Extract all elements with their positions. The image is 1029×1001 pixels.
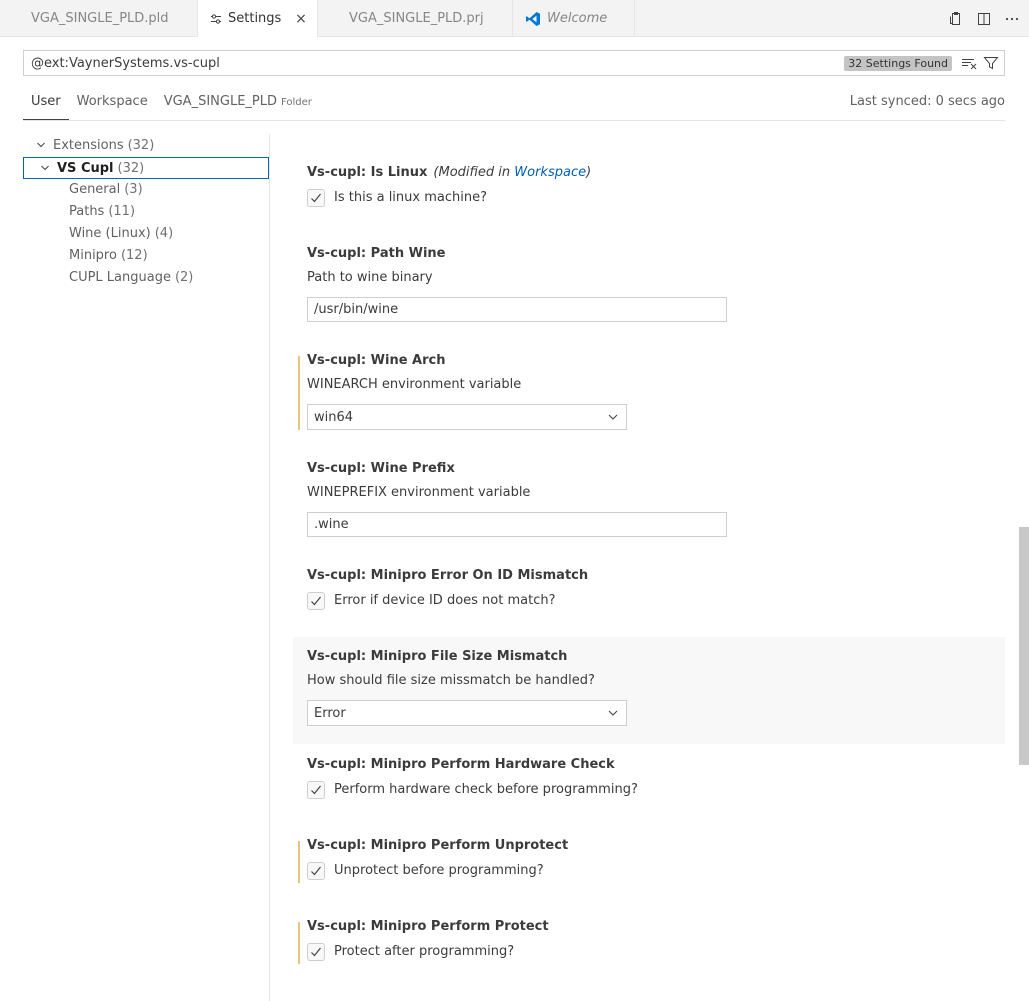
protect-label: Protect after programming? <box>334 944 515 959</box>
toc-item-general[interactable]: General (3) <box>69 178 143 200</box>
path-wine-input[interactable]: /usr/bin/wine <box>307 297 727 322</box>
settings-found-badge: 32 Settings Found <box>844 55 952 71</box>
select-value: Error <box>314 705 346 721</box>
toc-label: Minipro <box>69 247 117 263</box>
open-settings-json-icon[interactable] <box>947 10 965 28</box>
settings-search-input[interactable]: @ext:VaynerSystems.vs-cupl 32 Settings F… <box>23 50 1005 76</box>
search-value: @ext:VaynerSystems.vs-cupl <box>31 55 220 71</box>
protect-checkbox[interactable] <box>307 943 325 961</box>
setting-desc-wine-arch: WINEARCH environment variable <box>307 377 522 392</box>
clear-filter-icon[interactable] <box>960 54 978 72</box>
tab-workspace[interactable]: Workspace <box>69 88 156 120</box>
select-value: win64 <box>314 409 354 425</box>
toc-count: (12) <box>120 247 148 263</box>
tab-vga-pld[interactable]: VGA_SINGLE_PLD.pld <box>0 0 198 37</box>
tab-label: Welcome <box>547 11 608 26</box>
setting-title-path-wine: Vs-cupl: Path Wine <box>307 246 446 261</box>
check-icon <box>311 193 321 203</box>
tab-label: VGA_SINGLE_PLD.pld <box>31 11 169 26</box>
hardware-check-label: Perform hardware check before programmin… <box>334 782 638 797</box>
toc-count: (4) <box>154 225 174 241</box>
setting-title-is-linux: Vs-cupl: Is Linux (Modified in Workspace) <box>307 165 592 180</box>
tab-welcome[interactable]: Welcome <box>513 0 635 37</box>
toc-count: (32) <box>127 137 155 153</box>
hardware-check-checkbox[interactable] <box>307 781 325 799</box>
setting-desc-path-wine: Path to wine binary <box>307 270 433 285</box>
toc-item-cupl-language[interactable]: CUPL Language (2) <box>69 266 193 288</box>
unprotect-label: Unprotect before programming? <box>334 863 544 878</box>
setting-title-unprotect: Vs-cupl: Minipro Perform Unprotect <box>307 838 569 853</box>
wine-prefix-input[interactable]: .wine <box>307 512 727 537</box>
toc-label: CUPL Language <box>69 269 171 285</box>
vertical-scrollbar[interactable] <box>1019 527 1029 765</box>
chevron-down-icon <box>37 163 53 173</box>
setting-title-file-size-mismatch: Vs-cupl: Minipro File Size Mismatch <box>307 649 568 664</box>
toc-count: (11) <box>108 203 136 219</box>
toc-label: Extensions <box>53 137 124 153</box>
close-icon[interactable]: × <box>293 11 309 27</box>
toc-item-minipro[interactable]: Minipro (12) <box>69 244 148 266</box>
tab-settings[interactable]: Settings × <box>198 0 318 37</box>
is-linux-label: Is this a linux machine? <box>334 190 487 205</box>
settings-scope-tabs: User Workspace VGA_SINGLE_PLD Folder <box>23 88 320 120</box>
setting-desc-file-size-mismatch: How should file size missmatch be handle… <box>307 673 595 688</box>
setting-desc-wine-prefix: WINEPREFIX environment variable <box>307 485 531 500</box>
tab-folder[interactable]: VGA_SINGLE_PLD Folder <box>156 88 320 120</box>
tab-user[interactable]: User <box>23 88 69 120</box>
toc-count: (2) <box>174 269 194 285</box>
toc-label: Wine (Linux) <box>69 225 151 241</box>
error-on-id-mismatch-label: Error if device ID does not match? <box>334 593 556 608</box>
settings-toc: Extensions (32) VS Cupl (32) General (3) Pa… <box>0 134 270 1001</box>
setting-title-error-on-id-mismatch: Vs-cupl: Minipro Error On ID Mismatch <box>307 568 589 583</box>
modified-bar <box>298 356 300 430</box>
folder-sub-label: Folder <box>281 97 312 108</box>
filter-icon[interactable] <box>982 54 1000 72</box>
toc-label: VS Cupl <box>57 160 114 176</box>
split-editor-icon[interactable] <box>975 10 993 28</box>
setting-title-wine-arch: Vs-cupl: Wine Arch <box>307 353 446 368</box>
modified-bar <box>298 841 300 883</box>
editor-actions <box>947 0 1021 37</box>
check-icon <box>311 947 321 957</box>
modified-bar <box>298 922 300 964</box>
error-on-id-mismatch-checkbox[interactable] <box>307 592 325 610</box>
setting-title-wine-prefix: Vs-cupl: Wine Prefix <box>307 461 455 476</box>
toc-item-wine[interactable]: Wine (Linux) (4) <box>69 222 173 244</box>
wine-arch-select[interactable]: win64 <box>307 404 627 430</box>
unprotect-checkbox[interactable] <box>307 862 325 880</box>
chevron-down-icon <box>606 410 620 424</box>
setting-title-protect: Vs-cupl: Minipro Perform Protect <box>307 919 549 934</box>
chevron-down-icon <box>33 140 49 150</box>
toc-item-paths[interactable]: Paths (11) <box>69 200 135 222</box>
editor-tab-bar: VGA_SINGLE_PLD.pld Settings × VGA_SINGLE… <box>0 0 1029 37</box>
modified-indicator: (Modified in Workspace) <box>433 165 592 180</box>
tab-label: VGA_SINGLE_PLD.prj <box>349 11 484 26</box>
toc-label: General <box>69 181 121 197</box>
toc-count: (3) <box>124 181 143 197</box>
file-size-mismatch-select[interactable]: Error <box>307 700 627 726</box>
tab-vga-prj[interactable]: VGA_SINGLE_PLD.prj <box>318 0 513 37</box>
check-icon <box>311 596 321 606</box>
toc-count: (32) <box>117 160 145 176</box>
modified-scope-link[interactable]: Workspace <box>514 165 586 180</box>
check-icon <box>311 785 321 795</box>
check-icon <box>311 866 321 876</box>
chevron-down-icon <box>606 706 620 720</box>
toc-vs-cupl[interactable]: VS Cupl (32) <box>23 157 269 179</box>
is-linux-checkbox[interactable] <box>307 189 325 207</box>
settings-icon <box>210 13 222 25</box>
folder-label: VGA_SINGLE_PLD <box>163 94 277 109</box>
tab-label: Settings <box>228 11 282 26</box>
toc-extensions[interactable]: Extensions (32) <box>33 134 154 156</box>
more-actions-icon[interactable] <box>1003 10 1021 28</box>
scope-divider <box>23 120 1005 121</box>
settings-list: Vs-cupl: Is Linux (Modified in Workspace)… <box>270 134 1029 1001</box>
vscode-logo-icon <box>525 11 541 27</box>
sync-status: Last synced: 0 secs ago <box>849 94 1005 109</box>
toc-label: Paths <box>69 203 105 219</box>
setting-title-hardware-check: Vs-cupl: Minipro Perform Hardware Check <box>307 757 615 772</box>
